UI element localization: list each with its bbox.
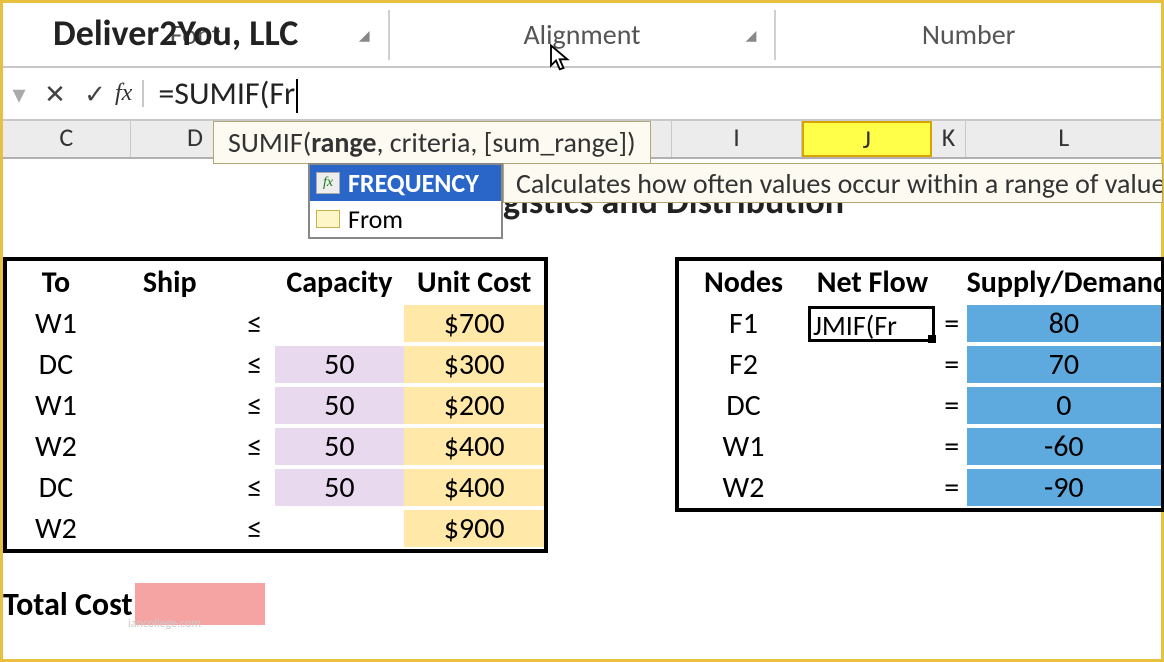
col-header-j-selected[interactable]: J [802,121,932,157]
function-icon: fx [316,172,340,194]
header-capacity: Capacity [275,264,405,301]
function-description-tooltip: Calculates how often values occur within… [503,163,1163,203]
expand-icon[interactable]: ◢ [359,27,370,44]
table-row: W2 = -90 [679,467,1161,508]
header-unit-cost: Unit Cost [404,264,544,301]
text-cursor [296,79,298,113]
col-header-l[interactable]: L [966,121,1160,157]
header-supply-demand: Supply/Demand [967,264,1161,301]
table-row: DC ≤ 50 $400 [7,467,544,508]
table-row: F2 = 70 [679,344,1161,385]
table-row: W2 ≤ 50 $400 [7,426,544,467]
table-header-row: Nodes Net Flow Supply/Demand [679,261,1161,303]
col-header-k[interactable]: K [932,121,967,157]
table-row: DC = 0 [679,385,1161,426]
function-signature-tooltip[interactable]: SUMIF(range, criteria, [sum_range]) [213,121,651,164]
ribbon-group-alignment[interactable]: Alignment ◢ [390,17,775,52]
number-label: Number [922,17,1016,52]
nodes-table: Nodes Net Flow Supply/Demand F1 JMIF(Fr … [675,257,1164,512]
autocomplete-dropdown[interactable]: fx FREQUENCY From [308,163,503,239]
formula-text: =SUMIF(Fr [158,74,295,113]
table-row: W1 ≤ $700 [7,303,544,344]
table-row: W1 ≤ 50 $200 [7,385,544,426]
header-to: To [7,264,105,301]
table-header-row: To Ship Capacity Unit Cost [7,261,544,303]
column-headers: C D I J K L SUMIF(range, criteria, [sum_… [3,121,1161,159]
table-row: W1 = -60 [679,426,1161,467]
name-icon [316,210,340,228]
total-cost-label: Total Cost [3,585,133,624]
cancel-button[interactable]: ✕ [35,78,75,110]
expand-icon[interactable]: ◢ [746,27,757,44]
editing-cell: JMIF(Fr [808,306,935,342]
table-row: DC ≤ 50 $300 [7,344,544,385]
col-header-c[interactable]: C [3,121,131,157]
ribbon-group-number[interactable]: Number [776,17,1161,52]
col-header-i[interactable]: I [672,121,802,157]
watermark: iancollege.com [128,617,201,631]
alignment-label: Alignment [523,17,640,52]
autocomplete-item-from[interactable]: From [310,201,501,237]
header-ship: Ship [105,264,235,301]
name-box-dropdown[interactable]: ▾ [3,78,35,110]
shipping-table: To Ship Capacity Unit Cost W1 ≤ $700 DC … [3,257,548,553]
table-row: W2 ≤ $900 [7,508,544,549]
autocomplete-item-frequency[interactable]: fx FREQUENCY [310,165,501,201]
header-netflow: Net Flow [808,264,937,301]
formula-input[interactable]: =SUMIF(Fr [150,74,1161,113]
table-row: F1 JMIF(Fr = 80 [679,303,1161,344]
insert-function-button[interactable]: fx [115,80,144,107]
page-title: Deliver2You, LLC [53,11,298,55]
header-nodes: Nodes [679,264,808,301]
formula-bar: ▾ ✕ ✓ fx =SUMIF(Fr [3,68,1161,121]
enter-button[interactable]: ✓ [75,78,115,110]
